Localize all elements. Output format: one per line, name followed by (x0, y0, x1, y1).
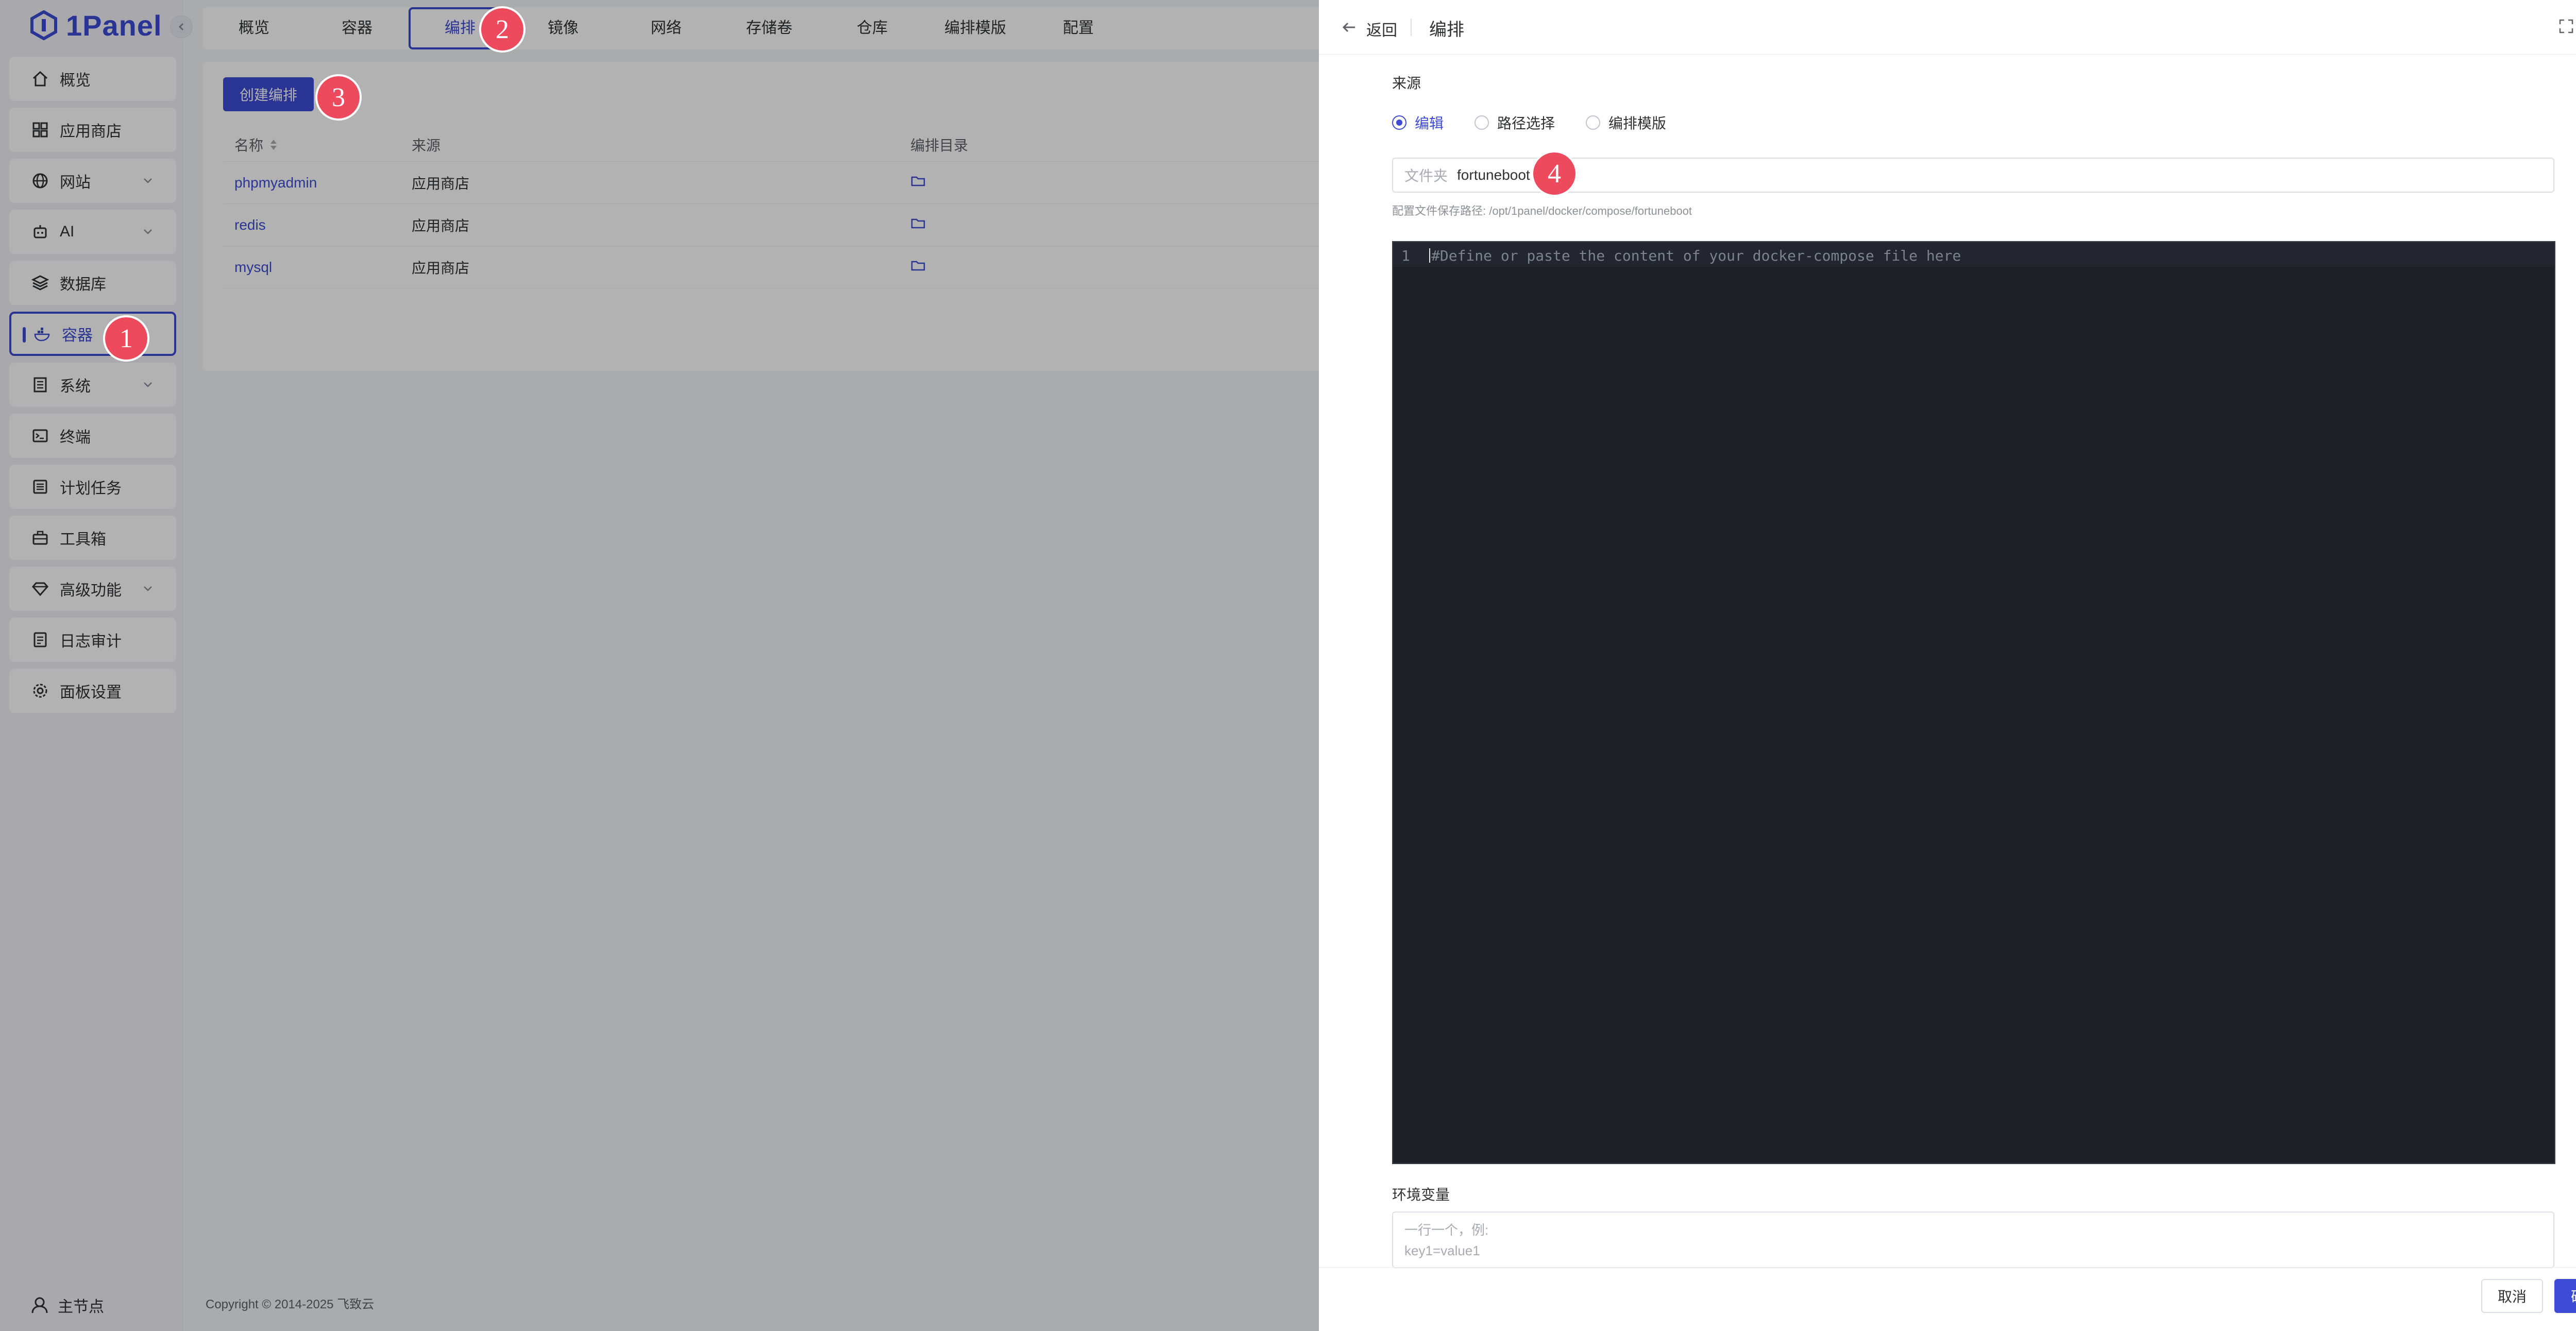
env-label: 环境变量 (1392, 1187, 1450, 1203)
radio-path-select[interactable]: 路径选择 (1475, 112, 1555, 133)
confirm-button[interactable]: 确认 (2554, 1279, 2576, 1313)
radio-label: 编排模版 (1608, 115, 1667, 131)
radio-template[interactable]: 编排模版 (1586, 112, 1666, 133)
env-placeholder-line: key1=value1 (1404, 1243, 1480, 1258)
radio-edit[interactable]: 编辑 (1392, 112, 1444, 133)
fullscreen-icon[interactable] (2558, 19, 2574, 34)
env-textarea[interactable]: 一行一个，例: key1=value1 (1392, 1211, 2554, 1268)
path-hint: 配置文件保存路径: /opt/1panel/docker/compose/for… (1392, 204, 1692, 217)
radio-dot[interactable] (1475, 115, 1489, 130)
step-badge: 2 (481, 8, 523, 50)
compose-drawer: 返回 编排 来源 编辑 路径选择 编排模版 文件夹 fortuneboot 配置… (1319, 0, 2576, 1331)
drawer-header: 返回 编排 (1319, 0, 2576, 55)
step-badge: 3 (317, 76, 360, 118)
radio-dot[interactable] (1586, 115, 1601, 130)
source-label: 来源 (1392, 75, 1421, 91)
editor-placeholder: #Define or paste the content of your doc… (1431, 247, 1961, 264)
line-number: 1 (1401, 247, 1410, 264)
radio-label: 路径选择 (1497, 115, 1555, 131)
folder-prefix: 文件夹 (1404, 168, 1448, 184)
env-placeholder-line: 一行一个，例: (1404, 1222, 1489, 1238)
compose-editor[interactable]: 1 #Define or paste the content of your d… (1392, 241, 2555, 1164)
cancel-button[interactable]: 取消 (2481, 1279, 2543, 1313)
step-badge: 4 (1533, 152, 1575, 195)
back-button[interactable]: 返回 (1366, 18, 1397, 40)
arrow-left-icon[interactable] (1341, 19, 1358, 36)
radio-label: 编辑 (1415, 115, 1444, 131)
folder-value[interactable]: fortuneboot (1457, 167, 1530, 183)
compose-form: 来源 编辑 路径选择 编排模版 文件夹 fortuneboot 配置文件保存路径… (1392, 72, 2556, 1268)
radio-dot[interactable] (1392, 115, 1406, 130)
text-cursor (1429, 248, 1430, 263)
step-badge: 1 (105, 317, 147, 360)
drawer-title: 编排 (1429, 20, 1464, 40)
source-radio-group: 编辑 路径选择 编排模版 (1392, 112, 1666, 133)
header-divider (1411, 19, 1412, 36)
modal-overlay[interactable] (0, 0, 1319, 1331)
drawer-footer: 取消 确认 (1319, 1267, 2576, 1331)
